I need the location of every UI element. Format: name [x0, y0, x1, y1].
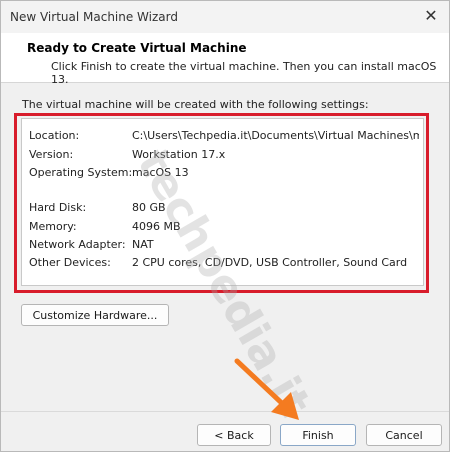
wizard-window: New Virtual Machine Wizard ✕ Ready to Cr…: [0, 0, 450, 452]
setting-label: Location:: [29, 129, 80, 142]
settings-summary: Location: C:\Users\Techpedia.it\Document…: [21, 118, 424, 286]
footer-divider: [1, 411, 449, 412]
title-bar: New Virtual Machine Wizard ✕: [1, 1, 449, 33]
close-icon[interactable]: ✕: [421, 6, 441, 26]
setting-label: Other Devices:: [29, 256, 111, 269]
customize-hardware-button[interactable]: Customize Hardware...: [21, 304, 169, 326]
setting-value: 80 GB: [132, 201, 166, 214]
settings-intro: The virtual machine will be created with…: [22, 98, 369, 111]
wizard-header: Ready to Create Virtual Machine Click Fi…: [1, 33, 449, 86]
setting-value: NAT: [132, 238, 154, 251]
setting-row-version: Version: Workstation 17.x: [29, 148, 419, 164]
setting-row-location: Location: C:\Users\Techpedia.it\Document…: [29, 129, 419, 145]
setting-row-network: Network Adapter: NAT: [29, 238, 419, 254]
setting-value: Workstation 17.x: [132, 148, 226, 161]
setting-row-memory: Memory: 4096 MB: [29, 220, 419, 236]
window-title: New Virtual Machine Wizard: [10, 10, 178, 24]
cancel-button[interactable]: Cancel: [366, 424, 442, 446]
setting-label: Operating System:: [29, 166, 133, 179]
page-title: Ready to Create Virtual Machine: [27, 41, 247, 55]
orange-arrow-icon: [234, 358, 299, 420]
setting-value: C:\Users\Techpedia.it\Documents\Virtual …: [132, 129, 419, 142]
setting-row-os: Operating System: macOS 13: [29, 166, 419, 182]
setting-label: Version:: [29, 148, 74, 161]
setting-label: Memory:: [29, 220, 77, 233]
page-subtitle: Click Finish to create the virtual machi…: [51, 60, 437, 86]
setting-value: 2 CPU cores, CD/DVD, USB Controller, Sou…: [132, 256, 408, 269]
setting-value: 4096 MB: [132, 220, 181, 233]
setting-row-other-devices: Other Devices: 2 CPU cores, CD/DVD, USB …: [29, 256, 419, 272]
setting-value: macOS 13: [132, 166, 189, 179]
back-button[interactable]: < Back: [197, 424, 271, 446]
setting-label: Network Adapter:: [29, 238, 126, 251]
setting-label: Hard Disk:: [29, 201, 87, 214]
finish-button[interactable]: Finish: [280, 424, 356, 446]
setting-row-hard-disk: Hard Disk: 80 GB: [29, 201, 419, 217]
